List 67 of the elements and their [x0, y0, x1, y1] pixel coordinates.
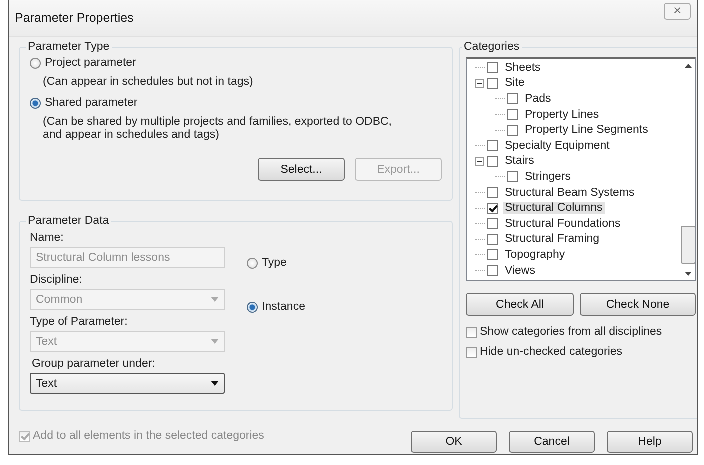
- checkbox[interactable]: [487, 265, 498, 276]
- tree-item[interactable]: Property Lines: [523, 108, 602, 121]
- window-title: Parameter Properties: [15, 11, 134, 25]
- tree-item[interactable]: Pads: [523, 92, 554, 105]
- checkbox[interactable]: [507, 171, 518, 182]
- checkbox-label: Show categories from all disciplines: [480, 326, 662, 338]
- dialog-button[interactable]: OK: [411, 431, 497, 453]
- checkbox[interactable]: [487, 249, 498, 260]
- dropdown[interactable]: Text: [30, 373, 225, 394]
- close-button[interactable]: ⨯: [664, 2, 691, 20]
- checkbox[interactable]: [487, 78, 498, 89]
- tree-item[interactable]: Structural Framing: [503, 233, 602, 246]
- dialog-button[interactable]: Check None: [580, 293, 696, 316]
- option-description: (Can be shared by multiple projects and families, exported to ODBC, and appear in schedules and tags): [43, 116, 393, 142]
- tree-item[interactable]: Views: [503, 264, 538, 277]
- tree-item[interactable]: Structural Beam Systems: [503, 186, 637, 199]
- radio-button[interactable]: [30, 58, 41, 68]
- group-title: Parameter Type: [27, 41, 111, 53]
- scroll-up-icon[interactable]: [684, 64, 692, 68]
- group-title: Categories: [463, 41, 521, 53]
- checkbox[interactable]: [507, 109, 518, 120]
- collapse-icon[interactable]: [475, 156, 484, 166]
- field-label: Type of Parameter:: [30, 316, 129, 328]
- tree-item[interactable]: Specialty Equipment: [503, 140, 612, 152]
- collapse-icon[interactable]: [475, 78, 484, 88]
- checkbox-label: Hide un-checked categories: [480, 346, 623, 358]
- checkbox[interactable]: [487, 187, 498, 198]
- group-title: Parameter Data: [27, 215, 110, 227]
- dialog-button[interactable]: Help: [607, 431, 693, 453]
- tree-item[interactable]: Topography: [503, 248, 568, 261]
- caret-icon: [211, 339, 219, 344]
- checkbox-label: Add to all elements in the selected categories: [33, 430, 264, 442]
- checkbox[interactable]: [487, 156, 498, 167]
- radio-button[interactable]: [247, 302, 258, 312]
- field-label: Group parameter under:: [32, 358, 156, 370]
- option-description: (Can appear in schedules but not in tags): [43, 76, 254, 89]
- tree-item[interactable]: Structural Columns: [503, 202, 605, 214]
- tree-item[interactable]: Sheets: [503, 62, 543, 74]
- checkbox[interactable]: [487, 218, 498, 230]
- dialog-button[interactable]: Cancel: [509, 431, 595, 453]
- checkbox[interactable]: [507, 124, 518, 136]
- radio-label: Instance: [262, 301, 306, 313]
- checkbox[interactable]: [487, 62, 498, 74]
- caret-icon: [211, 297, 219, 302]
- field-label: Discipline:: [30, 274, 84, 286]
- tree-item[interactable]: Site: [503, 77, 527, 90]
- checkbox[interactable]: [487, 202, 498, 214]
- scroll-down-icon[interactable]: [684, 272, 692, 276]
- tree-item[interactable]: Stairs: [503, 155, 536, 168]
- dialog-button[interactable]: Check All: [466, 293, 574, 316]
- radio-button[interactable]: [247, 258, 258, 268]
- tree-item[interactable]: Property Line Segments: [523, 124, 650, 136]
- tree-item[interactable]: Structural Foundations: [503, 218, 623, 230]
- dialog-button[interactable]: Select...: [258, 158, 345, 181]
- caret-icon: [211, 381, 219, 386]
- radio-button[interactable]: [30, 98, 41, 108]
- checkbox[interactable]: [487, 234, 498, 245]
- checkbox[interactable]: [466, 346, 477, 358]
- tree-item[interactable]: Stringers: [523, 170, 574, 183]
- field-label: Name:: [30, 232, 65, 244]
- radio-label: Project parameter: [45, 57, 136, 69]
- checkbox[interactable]: [507, 93, 518, 104]
- checkbox[interactable]: [466, 326, 477, 338]
- radio-label: Shared parameter: [45, 97, 138, 109]
- radio-label: Type: [262, 257, 287, 269]
- scroll-thumb[interactable]: [680, 226, 695, 264]
- checkbox[interactable]: [487, 140, 498, 152]
